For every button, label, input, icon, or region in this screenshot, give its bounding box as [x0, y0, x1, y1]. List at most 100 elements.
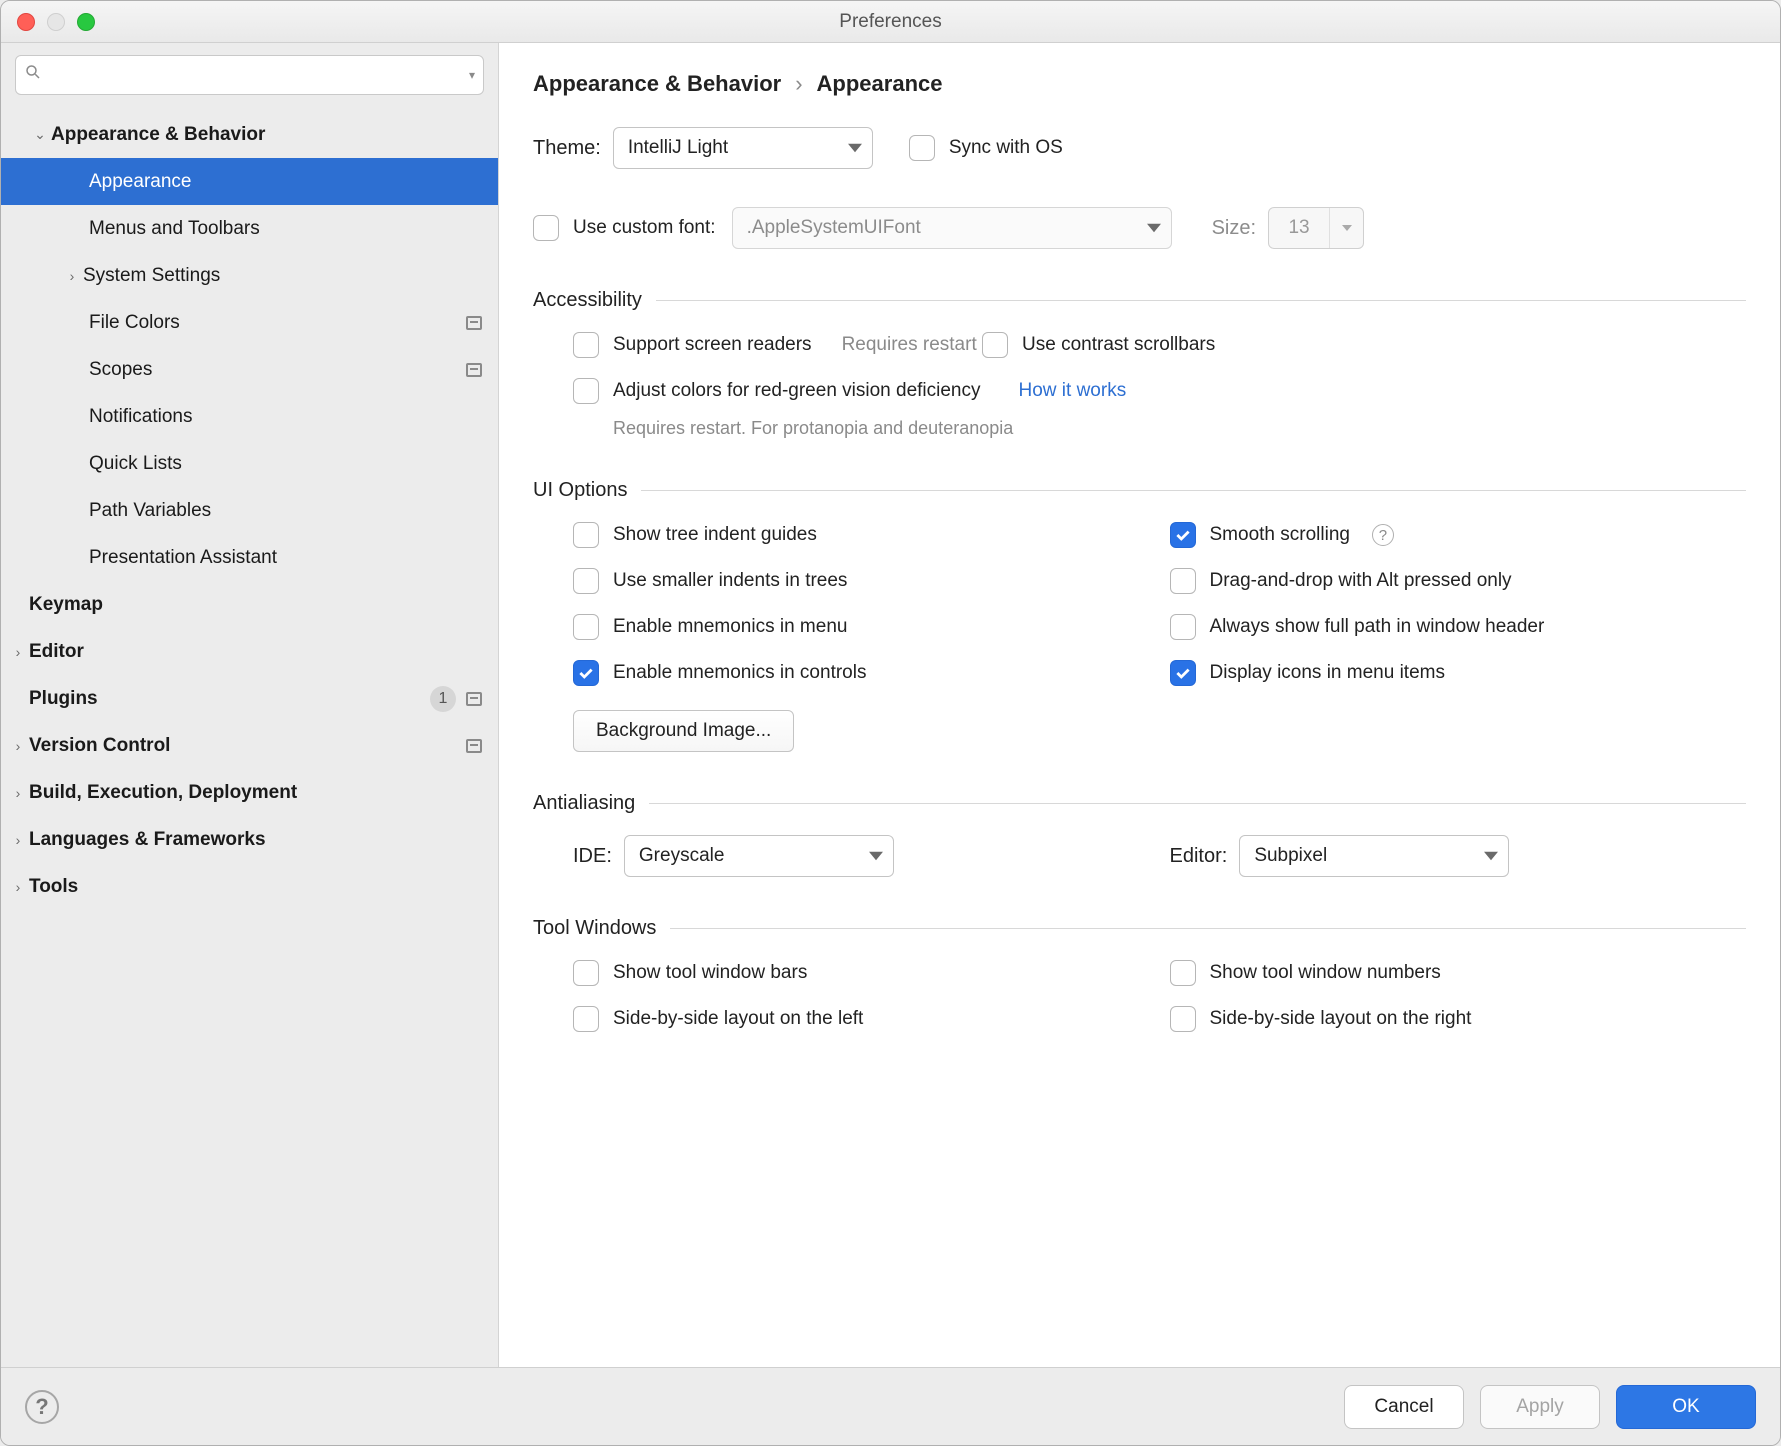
search-icon — [24, 63, 42, 87]
ide-aa-select[interactable]: Greyscale — [624, 835, 894, 877]
chevron-right-icon: › — [7, 832, 29, 848]
project-level-icon — [466, 739, 482, 753]
show-tool-bars-checkbox[interactable]: Show tool window bars — [573, 960, 1150, 986]
checkbox-icon — [909, 135, 935, 161]
checkbox-icon — [573, 614, 599, 640]
settings-tree: ⌄Appearance & Behavior Appearance Menus an… — [1, 105, 498, 910]
sidebar-item-label: Keymap — [29, 594, 482, 616]
chevron-right-icon: › — [795, 71, 802, 97]
search-dropdown-icon[interactable]: ▾ — [469, 68, 475, 82]
project-level-icon — [466, 692, 482, 706]
sidebar-item[interactable]: ›System Settings — [1, 252, 498, 299]
sidebar-item-label: Editor — [29, 641, 482, 663]
how-it-works-link[interactable]: How it works — [1019, 380, 1127, 402]
chevron-right-icon: › — [7, 738, 29, 754]
checkbox-icon — [573, 568, 599, 594]
sidebar-item[interactable]: Keymap — [1, 581, 498, 628]
screen-readers-label: Support screen readers — [613, 334, 812, 356]
search-field[interactable]: ▾ — [15, 55, 484, 95]
mnemonics-menu-checkbox[interactable]: Enable mnemonics in menu — [573, 614, 1150, 640]
custom-font-value: .AppleSystemUIFont — [747, 217, 921, 239]
sidebar-item-label: Appearance — [89, 171, 482, 193]
smaller-indents-checkbox[interactable]: Use smaller indents in trees — [573, 568, 1150, 594]
checkbox-icon — [573, 378, 599, 404]
sidebar-item[interactable]: ⌄Appearance & Behavior — [1, 111, 498, 158]
sync-with-os-label: Sync with OS — [949, 137, 1063, 159]
sidebar-item[interactable]: ›Build, Execution, Deployment — [1, 769, 498, 816]
checkbox-icon — [573, 660, 599, 686]
sidebar-item-label: System Settings — [83, 265, 482, 287]
custom-font-select[interactable]: .AppleSystemUIFont — [732, 207, 1172, 249]
sidebar-item[interactable]: File Colors — [1, 299, 498, 346]
sidebar-item[interactable]: Presentation Assistant — [1, 534, 498, 581]
chevron-down-icon — [1484, 849, 1498, 863]
cancel-button[interactable]: Cancel — [1344, 1385, 1464, 1429]
sidebar-item[interactable]: Menus and Toolbars — [1, 205, 498, 252]
zoom-window-icon[interactable] — [77, 13, 95, 31]
sidebar-item[interactable]: Notifications — [1, 393, 498, 440]
sidebar-item[interactable]: ›Version Control — [1, 722, 498, 769]
breadcrumb-current: Appearance — [817, 71, 943, 97]
preferences-window: Preferences ▾ ⌄Appearance & Behavior Appe… — [0, 0, 1781, 1446]
contrast-scrollbars-checkbox[interactable]: Use contrast scrollbars — [982, 332, 1215, 358]
footer: ? Cancel Apply OK — [1, 1367, 1780, 1445]
menu-icons-checkbox[interactable]: Display icons in menu items — [1170, 660, 1747, 686]
sidebar-item-label: Version Control — [29, 735, 466, 757]
sidebar-item-label: Quick Lists — [89, 453, 482, 475]
theme-select[interactable]: IntelliJ Light — [613, 127, 873, 169]
checkbox-icon — [573, 1006, 599, 1032]
checkbox-icon — [1170, 960, 1196, 986]
color-adjust-checkbox[interactable]: Adjust colors for red-green vision defic… — [573, 378, 1126, 404]
checkbox-icon — [573, 332, 599, 358]
sidebar-item-label: Path Variables — [89, 500, 482, 522]
sidebar-item[interactable]: ›Editor — [1, 628, 498, 675]
chevron-right-icon: › — [7, 785, 29, 801]
chevron-down-icon — [1147, 221, 1161, 235]
help-button[interactable]: ? — [25, 1390, 59, 1424]
use-custom-font-checkbox[interactable]: Use custom font: — [533, 215, 716, 241]
breadcrumb-parent[interactable]: Appearance & Behavior — [533, 71, 781, 97]
editor-aa-label: Editor: — [1170, 845, 1228, 868]
tree-guides-checkbox[interactable]: Show tree indent guides — [573, 522, 1150, 548]
sidebar-item-label: Scopes — [89, 359, 466, 381]
show-tool-numbers-checkbox[interactable]: Show tool window numbers — [1170, 960, 1747, 986]
minimize-window-icon[interactable] — [47, 13, 65, 31]
sync-with-os-checkbox[interactable]: Sync with OS — [909, 135, 1063, 161]
mnemonics-controls-checkbox[interactable]: Enable mnemonics in controls — [573, 660, 1150, 686]
sidebar-item[interactable]: Quick Lists — [1, 440, 498, 487]
checkbox-icon — [573, 522, 599, 548]
editor-aa-select[interactable]: Subpixel — [1239, 835, 1509, 877]
checkbox-icon — [573, 960, 599, 986]
close-window-icon[interactable] — [17, 13, 35, 31]
full-path-checkbox[interactable]: Always show full path in window header — [1170, 614, 1747, 640]
sidebar-item[interactable]: ›Tools — [1, 863, 498, 910]
sidebar-item[interactable]: Path Variables — [1, 487, 498, 534]
apply-button[interactable]: Apply — [1480, 1385, 1600, 1429]
window-title: Preferences — [839, 11, 941, 33]
dnd-alt-checkbox[interactable]: Drag-and-drop with Alt pressed only — [1170, 568, 1747, 594]
smooth-scrolling-checkbox[interactable]: Smooth scrolling ? — [1170, 522, 1747, 548]
ok-button[interactable]: OK — [1616, 1385, 1756, 1429]
search-input[interactable] — [42, 65, 469, 86]
sidebar-item[interactable]: ›Languages & Frameworks — [1, 816, 498, 863]
sidebar-item[interactable]: Scopes — [1, 346, 498, 393]
sidebar-item[interactable]: Appearance — [1, 158, 498, 205]
help-icon[interactable]: ? — [1372, 524, 1394, 546]
project-level-icon — [466, 316, 482, 330]
font-size-value: 13 — [1269, 208, 1329, 248]
side-left-checkbox[interactable]: Side-by-side layout on the left — [573, 1006, 1150, 1032]
chevron-right-icon: › — [61, 268, 83, 284]
sidebar-item-label: File Colors — [89, 312, 466, 334]
window-controls — [17, 13, 95, 31]
background-image-button[interactable]: Background Image... — [573, 710, 794, 752]
antialiasing-section-header: Antialiasing — [533, 792, 1746, 815]
font-size-label: Size: — [1212, 217, 1256, 240]
font-size-input[interactable]: 13 — [1268, 207, 1364, 249]
sidebar-item[interactable]: Plugins1 — [1, 675, 498, 722]
screen-readers-checkbox[interactable]: Support screen readers Requires restart — [573, 332, 977, 358]
sidebar: ▾ ⌄Appearance & Behavior Appearance Menus … — [1, 43, 499, 1367]
sidebar-item-label: Languages & Frameworks — [29, 829, 482, 851]
chevron-right-icon: › — [7, 644, 29, 660]
side-right-checkbox[interactable]: Side-by-side layout on the right — [1170, 1006, 1747, 1032]
contrast-scrollbars-label: Use contrast scrollbars — [1022, 334, 1215, 356]
